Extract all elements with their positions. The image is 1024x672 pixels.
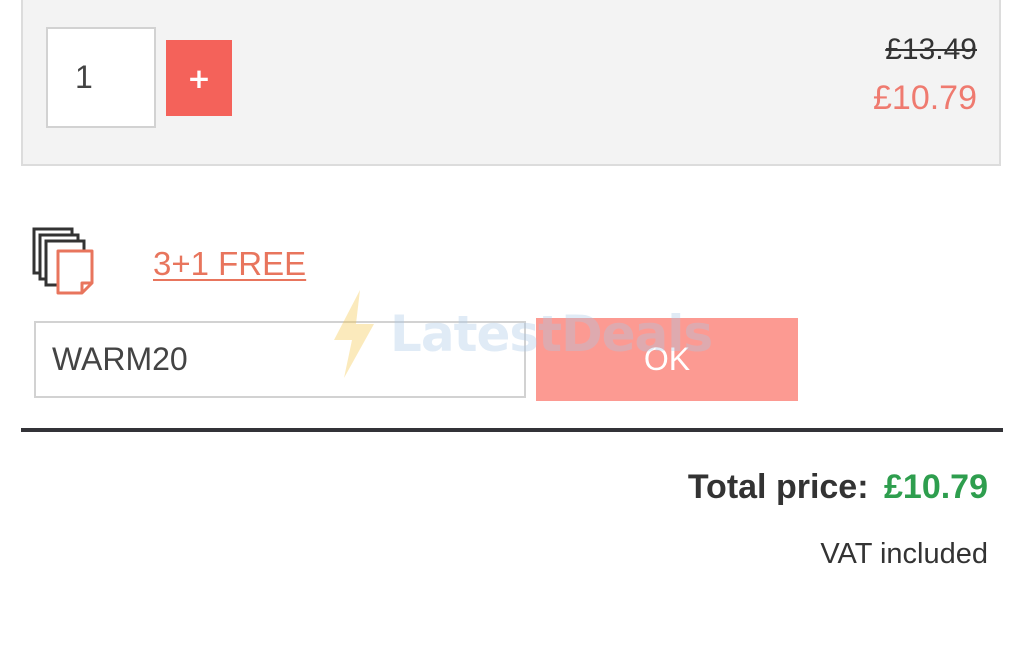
apply-coupon-ok-button[interactable]: OK [536, 318, 798, 401]
divider [21, 428, 1003, 432]
increase-quantity-button[interactable]: + [166, 40, 232, 116]
vat-included-note: VAT included [820, 538, 988, 570]
discounted-price: £10.79 [873, 79, 977, 117]
total-price-value: £10.79 [884, 468, 988, 506]
stacked-documents-icon [32, 227, 94, 295]
coupon-code-input[interactable] [34, 321, 526, 398]
product-line-box: + £13.49 £10.79 [21, 0, 1001, 166]
original-price: £13.49 [885, 33, 977, 66]
total-price-label: Total price: [687, 468, 869, 506]
quantity-input[interactable] [46, 27, 156, 128]
total-price-row: Total price: £10.79 [688, 468, 988, 507]
offer-3-plus-1-free-link[interactable]: 3+1 FREE [153, 245, 306, 283]
